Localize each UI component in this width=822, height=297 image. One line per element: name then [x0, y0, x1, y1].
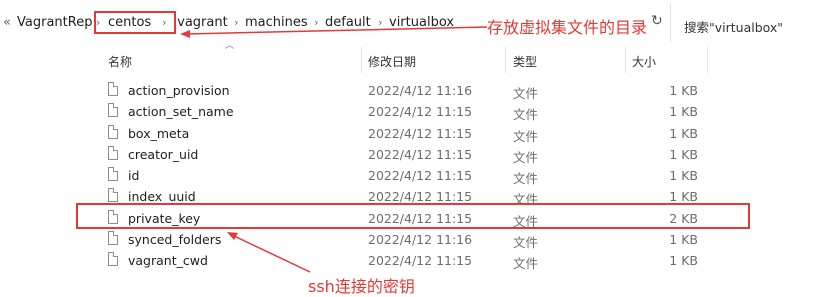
- file-size: 1 KB: [669, 125, 698, 141]
- file-name[interactable]: action_set_name: [128, 104, 234, 119]
- file-modified: 2022/4/12 11:16: [368, 83, 473, 98]
- breadcrumb-vagrantrep[interactable]: VagrantRep: [17, 15, 92, 31]
- file-modified: 2022/4/12 11:15: [368, 168, 473, 183]
- chevron-right-icon[interactable]: ›: [314, 16, 318, 30]
- table-row[interactable]: vagrant_cwd 2022/4/12 11:15 文件 1 KB: [0, 250, 822, 271]
- file-icon: [108, 82, 118, 96]
- table-row[interactable]: action_provision 2022/4/12 11:16 文件 1 KB: [0, 80, 822, 101]
- file-size: 1 KB: [669, 146, 698, 162]
- column-header-type[interactable]: 类型: [513, 53, 537, 70]
- file-size: 1 KB: [669, 189, 698, 205]
- table-row[interactable]: box_meta 2022/4/12 11:15 文件 1 KB: [0, 123, 822, 144]
- file-modified: 2022/4/12 11:16: [368, 231, 473, 247]
- file-modified: 2022/4/12 11:15: [368, 125, 473, 141]
- column-divider[interactable]: [505, 47, 506, 73]
- annotation-vm-directory: 存放虚拟集文件的目录: [487, 18, 648, 37]
- table-row[interactable]: action_set_name 2022/4/12 11:15 文件 1 KB: [0, 101, 822, 122]
- file-modified: 2022/4/12 11:15: [368, 104, 473, 120]
- refresh-icon[interactable]: ↻: [651, 13, 663, 29]
- column-header-modified[interactable]: 修改日期: [368, 53, 416, 70]
- file-name[interactable]: action_provision: [128, 83, 230, 98]
- file-type: 文件: [513, 171, 539, 186]
- highlight-box-private-key: [76, 203, 750, 229]
- search-box[interactable]: 搜索"virtualbox": [670, 4, 822, 42]
- file-size: 1 KB: [669, 104, 698, 120]
- file-icon: [108, 167, 118, 181]
- annotation-ssh-key: ssh连接的密钥: [308, 277, 415, 296]
- file-size: 1 KB: [669, 231, 698, 247]
- file-name[interactable]: creator_uid: [128, 147, 198, 162]
- chevron-right-icon[interactable]: ›: [378, 16, 382, 30]
- file-size: 1 KB: [669, 83, 698, 98]
- file-type: 文件: [513, 256, 539, 271]
- file-size: 1 KB: [669, 253, 698, 268]
- chevron-right-icon[interactable]: ›: [234, 16, 238, 30]
- file-type: 文件: [513, 149, 539, 165]
- breadcrumb-virtualbox[interactable]: virtualbox: [389, 15, 454, 31]
- file-name[interactable]: synced_folders: [128, 232, 221, 247]
- file-modified: 2022/4/12 11:15: [368, 146, 473, 162]
- breadcrumb-default[interactable]: default: [325, 15, 371, 31]
- file-name[interactable]: id: [128, 168, 139, 183]
- column-divider[interactable]: [707, 47, 708, 73]
- highlight-box-centos: [94, 11, 176, 34]
- file-type: 文件: [513, 128, 539, 144]
- sort-ascending-icon: ︿: [225, 41, 235, 51]
- file-size: 1 KB: [669, 168, 698, 183]
- file-name[interactable]: index_uuid: [128, 189, 196, 204]
- file-icon: [108, 252, 118, 266]
- table-row[interactable]: creator_uid 2022/4/12 11:15 文件 1 KB: [0, 144, 822, 165]
- search-input[interactable]: 搜索"virtualbox": [684, 17, 783, 36]
- file-icon: [108, 230, 118, 245]
- file-type: 文件: [513, 234, 539, 250]
- file-icon: [108, 188, 118, 203]
- column-divider[interactable]: [625, 47, 626, 73]
- file-icon: [108, 103, 118, 118]
- nav-back-icon[interactable]: «: [3, 15, 11, 31]
- column-header-size[interactable]: 大小: [632, 53, 656, 70]
- breadcrumb-vagrant[interactable]: .vagrant: [173, 15, 228, 31]
- table-row[interactable]: synced_folders 2022/4/12 11:16 文件 1 KB: [0, 229, 822, 250]
- file-icon: [108, 124, 118, 139]
- file-icon: [108, 145, 118, 160]
- column-divider[interactable]: [361, 47, 362, 73]
- file-type: 文件: [513, 107, 539, 123]
- file-name[interactable]: vagrant_cwd: [128, 253, 208, 268]
- breadcrumb-machines[interactable]: machines: [245, 15, 308, 31]
- file-name[interactable]: box_meta: [128, 126, 189, 141]
- table-row[interactable]: id 2022/4/12 11:15 文件 1 KB: [0, 165, 822, 186]
- file-modified: 2022/4/12 11:15: [368, 253, 473, 268]
- file-modified: 2022/4/12 11:15: [368, 189, 473, 205]
- column-header-name[interactable]: 名称: [108, 53, 132, 70]
- file-type: 文件: [513, 86, 539, 101]
